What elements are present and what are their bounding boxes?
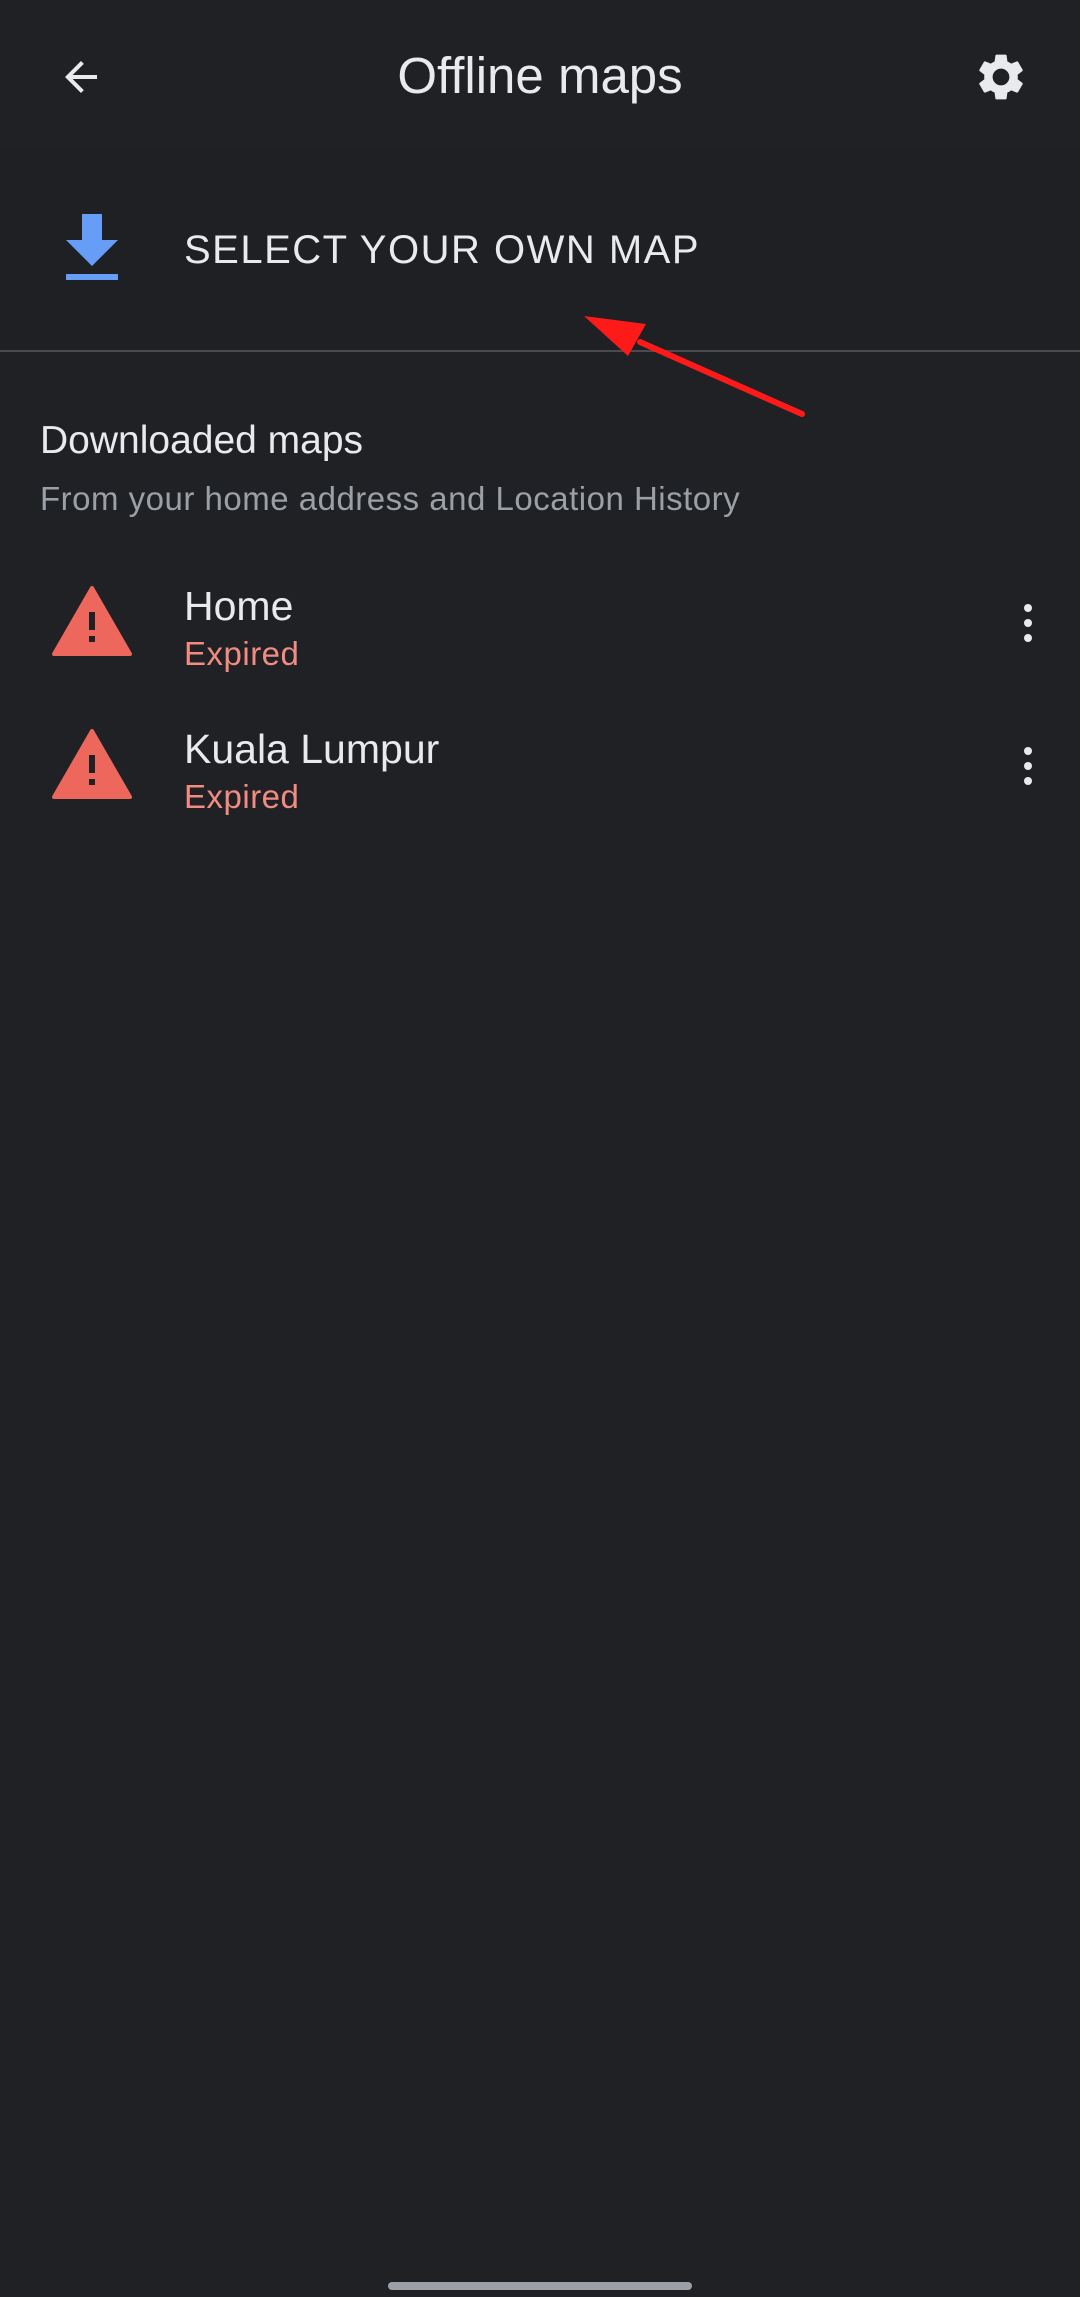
page-title: Offline maps xyxy=(397,47,683,104)
downloaded-maps-title: Downloaded maps xyxy=(40,419,364,462)
select-your-own-map-button[interactable]: SELECT YOUR OWN MAP xyxy=(0,150,1080,350)
map-name: Home xyxy=(184,583,294,629)
more-vert-icon xyxy=(1024,747,1032,785)
warning-icon xyxy=(52,729,132,799)
offline-maps-screen: Offline maps SELECT YOUR OWN MAP Downloa… xyxy=(0,0,1080,2297)
downloaded-maps-subtitle: From your home address and Location Hist… xyxy=(40,480,741,517)
map-item-kuala-lumpur[interactable]: Kuala Lumpur Expired xyxy=(0,695,1080,837)
more-vert-icon xyxy=(1024,604,1032,642)
select-your-own-map-label: SELECT YOUR OWN MAP xyxy=(184,228,700,272)
settings-button[interactable] xyxy=(958,34,1044,120)
map-name: Kuala Lumpur xyxy=(184,726,440,772)
gear-icon xyxy=(979,54,1023,100)
map-item-home[interactable]: Home Expired xyxy=(0,552,1080,694)
map-status-expired: Expired xyxy=(184,778,300,815)
download-icon xyxy=(66,214,118,280)
map-status-expired: Expired xyxy=(184,635,300,672)
more-options-button[interactable] xyxy=(992,723,1064,809)
app-bar: Offline maps xyxy=(0,0,1080,150)
gesture-nav-bar[interactable] xyxy=(388,2282,692,2290)
divider xyxy=(0,350,1080,352)
more-options-button[interactable] xyxy=(992,580,1064,666)
warning-icon xyxy=(52,586,132,656)
